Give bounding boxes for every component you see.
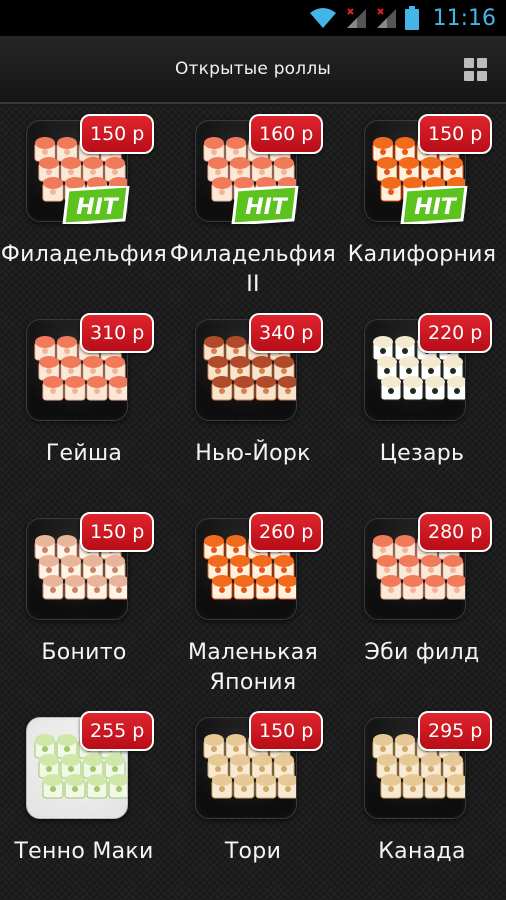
price-badge: 260 р xyxy=(249,512,324,552)
price-badge: 150 р xyxy=(249,711,324,751)
item-name: Канада xyxy=(378,839,466,864)
item-name: Филадельфия II xyxy=(169,242,337,297)
price-badge: 340 р xyxy=(249,313,324,353)
product-grid: 150 р HIT Филадельфия 160 р HIT Филадельфия I… xyxy=(0,106,506,900)
menu-item[interactable]: 150 р Бонито xyxy=(0,504,168,703)
item-name: Нью-Йорк xyxy=(195,441,311,466)
battery-icon xyxy=(404,6,419,30)
price-badge: 255 р xyxy=(80,711,155,751)
signal-icon xyxy=(375,7,397,29)
price-badge: 280 р xyxy=(418,512,493,552)
menu-item[interactable]: 160 р HIT Филадельфия II xyxy=(169,106,337,305)
hit-badge: HIT xyxy=(400,186,468,224)
price-badge: 295 р xyxy=(418,711,493,751)
wifi-icon xyxy=(309,7,337,29)
hit-badge: HIT xyxy=(62,186,130,224)
item-name: Тори xyxy=(224,839,282,864)
hit-label: HIT xyxy=(76,195,120,220)
item-name: Эби филд xyxy=(364,640,480,665)
grid-view-icon[interactable] xyxy=(464,58,488,82)
status-time: 11:16 xyxy=(432,5,496,31)
menu-item[interactable]: 150 р Тори xyxy=(169,703,337,900)
item-name: Маленькая Япония xyxy=(187,640,319,695)
item-name: Филадельфия xyxy=(0,242,168,267)
menu-item[interactable]: 295 р Канада xyxy=(338,703,506,900)
menu-item[interactable]: 255 р Тенно Маки xyxy=(0,703,168,900)
hit-label: HIT xyxy=(414,195,458,220)
item-name: Цезарь xyxy=(379,441,465,466)
price-badge: 150 р xyxy=(80,114,155,154)
item-name: Гейша xyxy=(45,441,123,466)
page-title: Открытые роллы xyxy=(174,59,332,79)
hit-label: HIT xyxy=(245,195,289,220)
menu-item[interactable]: 340 р Нью-Йорк xyxy=(169,305,337,504)
price-badge: 310 р xyxy=(80,313,155,353)
menu-item[interactable]: 150 р HIT Филадельфия xyxy=(0,106,168,305)
price-badge: 150 р xyxy=(418,114,493,154)
menu-item[interactable]: 220 р Цезарь xyxy=(338,305,506,504)
item-name: Тенно Маки xyxy=(14,839,154,864)
price-badge: 160 р xyxy=(249,114,324,154)
item-name: Бонито xyxy=(41,640,127,665)
signal-icon xyxy=(345,7,367,29)
status-bar: 11:16 xyxy=(0,0,506,36)
menu-item[interactable]: 260 р Маленькая Япония xyxy=(169,504,337,703)
menu-item[interactable]: 280 р Эби филд xyxy=(338,504,506,703)
price-badge: 220 р xyxy=(418,313,493,353)
menu-item[interactable]: 150 р HIT Калифорния xyxy=(338,106,506,305)
hit-badge: HIT xyxy=(231,186,299,224)
menu-item[interactable]: 310 р Гейша xyxy=(0,305,168,504)
item-name: Калифорния xyxy=(347,242,497,267)
price-badge: 150 р xyxy=(80,512,155,552)
action-bar: Открытые роллы xyxy=(0,36,506,104)
